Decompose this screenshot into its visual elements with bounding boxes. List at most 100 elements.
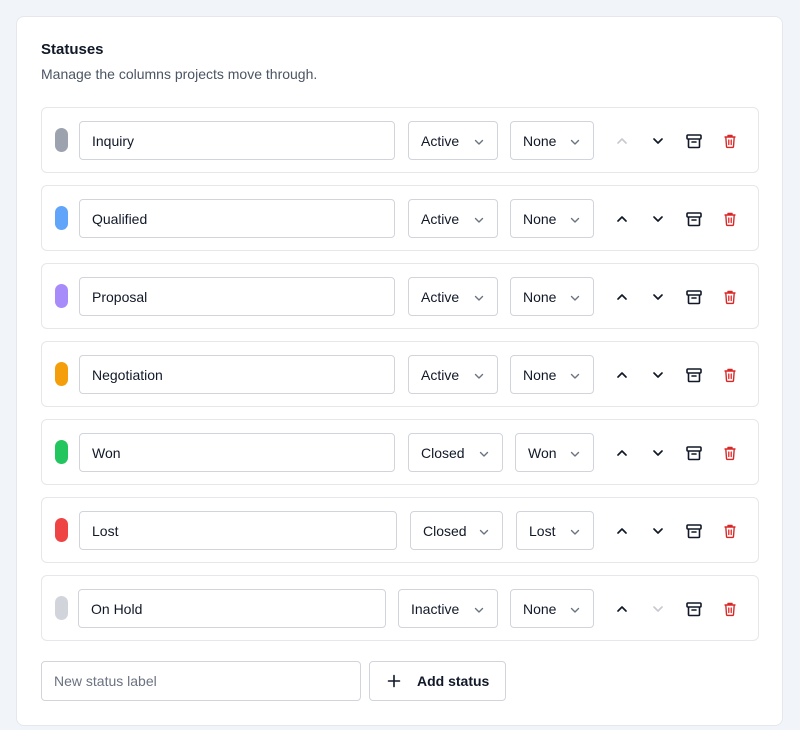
move-down-button[interactable] — [646, 441, 670, 465]
chevron-down-icon — [569, 135, 581, 147]
status-outcome-select[interactable]: None — [510, 589, 594, 628]
chevron-up-icon — [615, 290, 629, 304]
move-down-button[interactable] — [646, 207, 670, 231]
status-state-select[interactable]: Closed — [410, 511, 503, 550]
delete-button[interactable] — [718, 285, 742, 309]
delete-button[interactable] — [718, 597, 742, 621]
chevron-down-icon — [651, 524, 665, 538]
delete-button[interactable] — [718, 519, 742, 543]
chevron-up-icon — [615, 602, 629, 616]
move-up-button[interactable] — [610, 441, 634, 465]
trash-icon — [722, 211, 738, 227]
archive-button[interactable] — [682, 207, 706, 231]
status-color-swatch[interactable] — [55, 440, 68, 464]
chevron-down-icon — [569, 525, 581, 537]
status-outcome-select[interactable]: None — [510, 277, 594, 316]
status-state-select[interactable]: Inactive — [398, 589, 498, 628]
move-down-button[interactable] — [646, 363, 670, 387]
status-state-value: Closed — [421, 444, 465, 461]
status-outcome-select[interactable]: Lost — [516, 511, 594, 550]
chevron-down-icon — [473, 213, 485, 225]
trash-icon — [722, 133, 738, 149]
delete-button[interactable] — [718, 363, 742, 387]
chevron-down-icon — [473, 291, 485, 303]
trash-icon — [722, 367, 738, 383]
move-up-button[interactable] — [610, 597, 634, 621]
statuses-card: Statuses Manage the columns projects mov… — [16, 16, 783, 726]
status-label-input[interactable] — [79, 199, 395, 238]
chevron-down-icon — [651, 212, 665, 226]
archive-button[interactable] — [682, 129, 706, 153]
archive-button[interactable] — [682, 285, 706, 309]
status-outcome-select[interactable]: None — [510, 121, 594, 160]
status-label-input[interactable] — [79, 511, 397, 550]
move-down-button[interactable] — [646, 129, 670, 153]
status-color-swatch[interactable] — [55, 206, 68, 230]
plus-icon — [387, 674, 401, 688]
status-state-select[interactable]: Active — [408, 277, 498, 316]
status-label-input[interactable] — [78, 589, 386, 628]
chevron-down-icon — [651, 446, 665, 460]
move-up-button[interactable] — [610, 363, 634, 387]
chevron-up-icon — [615, 524, 629, 538]
status-state-value: Active — [421, 366, 460, 383]
status-state-select[interactable]: Active — [408, 355, 498, 394]
archive-button[interactable] — [682, 597, 706, 621]
archive-button[interactable] — [682, 519, 706, 543]
move-up-button[interactable] — [610, 519, 634, 543]
status-color-swatch[interactable] — [55, 128, 68, 152]
status-outcome-value: None — [523, 600, 557, 617]
status-outcome-value: Lost — [529, 522, 556, 539]
move-down-button[interactable] — [646, 597, 670, 621]
archive-icon — [685, 288, 703, 306]
status-row: Closed Won — [41, 419, 759, 485]
chevron-down-icon — [651, 368, 665, 382]
status-color-swatch[interactable] — [55, 596, 68, 620]
chevron-down-icon — [651, 602, 665, 616]
status-outcome-value: None — [523, 288, 557, 305]
status-color-swatch[interactable] — [55, 284, 68, 308]
move-down-button[interactable] — [646, 285, 670, 309]
status-state-value: Active — [421, 132, 460, 149]
status-row: Inactive None — [41, 575, 759, 641]
status-outcome-value: Won — [528, 444, 557, 461]
move-down-button[interactable] — [646, 519, 670, 543]
trash-icon — [722, 601, 738, 617]
archive-icon — [685, 210, 703, 228]
status-label-input[interactable] — [79, 277, 395, 316]
status-outcome-select[interactable]: Won — [515, 433, 594, 472]
status-state-select[interactable]: Active — [408, 199, 498, 238]
chevron-down-icon — [569, 603, 581, 615]
move-up-button[interactable] — [610, 129, 634, 153]
delete-button[interactable] — [718, 441, 742, 465]
status-outcome-value: None — [523, 366, 557, 383]
archive-icon — [685, 132, 703, 150]
status-label-input[interactable] — [79, 355, 395, 394]
archive-button[interactable] — [682, 363, 706, 387]
delete-button[interactable] — [718, 207, 742, 231]
section-subtitle: Manage the columns projects move through… — [41, 66, 318, 82]
chevron-up-icon — [615, 134, 629, 148]
status-label-input[interactable] — [79, 121, 395, 160]
move-up-button[interactable] — [610, 285, 634, 309]
section-title: Statuses — [41, 41, 104, 58]
chevron-down-icon — [651, 134, 665, 148]
archive-button[interactable] — [682, 441, 706, 465]
status-outcome-select[interactable]: None — [510, 355, 594, 394]
move-up-button[interactable] — [610, 207, 634, 231]
status-state-value: Inactive — [411, 600, 460, 617]
status-row: Closed Lost — [41, 497, 759, 563]
add-status-button[interactable]: Add status — [369, 661, 506, 701]
archive-icon — [685, 522, 703, 540]
new-status-input[interactable] — [41, 661, 361, 701]
delete-button[interactable] — [718, 129, 742, 153]
chevron-down-icon — [569, 369, 581, 381]
status-outcome-select[interactable]: None — [510, 199, 594, 238]
status-color-swatch[interactable] — [55, 362, 68, 386]
status-label-input[interactable] — [79, 433, 395, 472]
status-color-swatch[interactable] — [55, 518, 68, 542]
status-state-select[interactable]: Closed — [408, 433, 503, 472]
status-row: Active None — [41, 185, 759, 251]
trash-icon — [722, 445, 738, 461]
status-state-select[interactable]: Active — [408, 121, 498, 160]
